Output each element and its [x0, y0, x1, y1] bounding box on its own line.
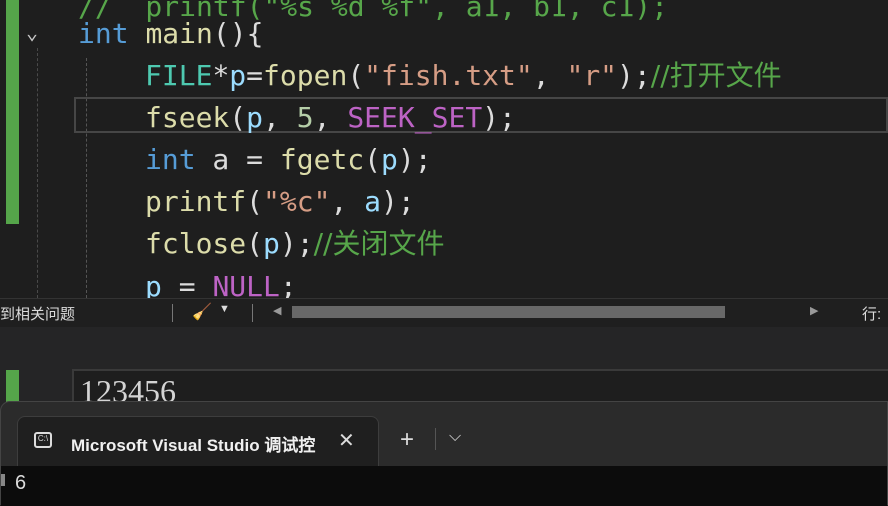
related-issues-link[interactable]: 到相关问题 [0, 303, 75, 324]
comment-open-file: //打开文件 [650, 59, 782, 92]
editor-status-bar: 到相关问题 🧹 ▼ ◀ ▶ 行: [0, 298, 888, 328]
code-line-fclose: fclose(p);//关闭文件 [145, 227, 445, 260]
indent-guide [86, 58, 87, 298]
chevron-down-icon[interactable]: ▼ [219, 303, 230, 315]
change-indicator-bar [6, 0, 19, 224]
chevron-down-icon[interactable]: ⌵ [449, 428, 461, 446]
scroll-left-icon[interactable]: ◀ [273, 304, 281, 317]
divider [435, 428, 436, 450]
code-line-null: p = NULL; [145, 270, 297, 298]
divider [252, 304, 253, 322]
console-output-area[interactable]: 6 [1, 466, 887, 506]
new-tab-icon[interactable]: + [400, 426, 414, 454]
keyword-int: int [78, 17, 129, 50]
tab-title: Microsoft Visual Studio 调试控 [71, 436, 316, 455]
divider [172, 304, 173, 322]
code-line-printf: printf("%c", a); [145, 185, 415, 218]
code-editor[interactable]: ⌄ // printf("%s %d %f", a1, b1, c1); int… [0, 0, 888, 298]
code-line-fseek: fseek(p, 5, SEEK_SET); [145, 101, 516, 134]
tab-debug-console[interactable]: C:\ Microsoft Visual Studio 调试控 ✕ [17, 416, 379, 467]
code-line-fgetc: int a = fgetc(p); [145, 143, 432, 176]
close-icon[interactable]: ✕ [338, 428, 355, 453]
console-output-text: 6 [15, 472, 27, 494]
code-cleanup-icon[interactable]: 🧹 [192, 302, 212, 322]
fold-chevron-icon[interactable]: ⌄ [26, 20, 50, 44]
debug-console-window: C:\ Microsoft Visual Studio 调试控 ✕ + ⌵ 6 [0, 401, 888, 506]
horizontal-scrollbar[interactable] [292, 306, 725, 318]
scroll-right-icon[interactable]: ▶ [810, 304, 818, 317]
code-line-fopen: FILE*p=fopen("fish.txt", "r");//打开文件 [145, 59, 782, 92]
fold-guide-line [37, 48, 39, 298]
cursor-mark [1, 474, 5, 486]
line-number-label: 行: [862, 306, 882, 323]
function-main: main [145, 17, 213, 50]
code-line-main: int main(){ [78, 17, 264, 50]
terminal-icon: C:\ [34, 432, 52, 448]
comment-close-file: //关闭文件 [313, 227, 445, 260]
